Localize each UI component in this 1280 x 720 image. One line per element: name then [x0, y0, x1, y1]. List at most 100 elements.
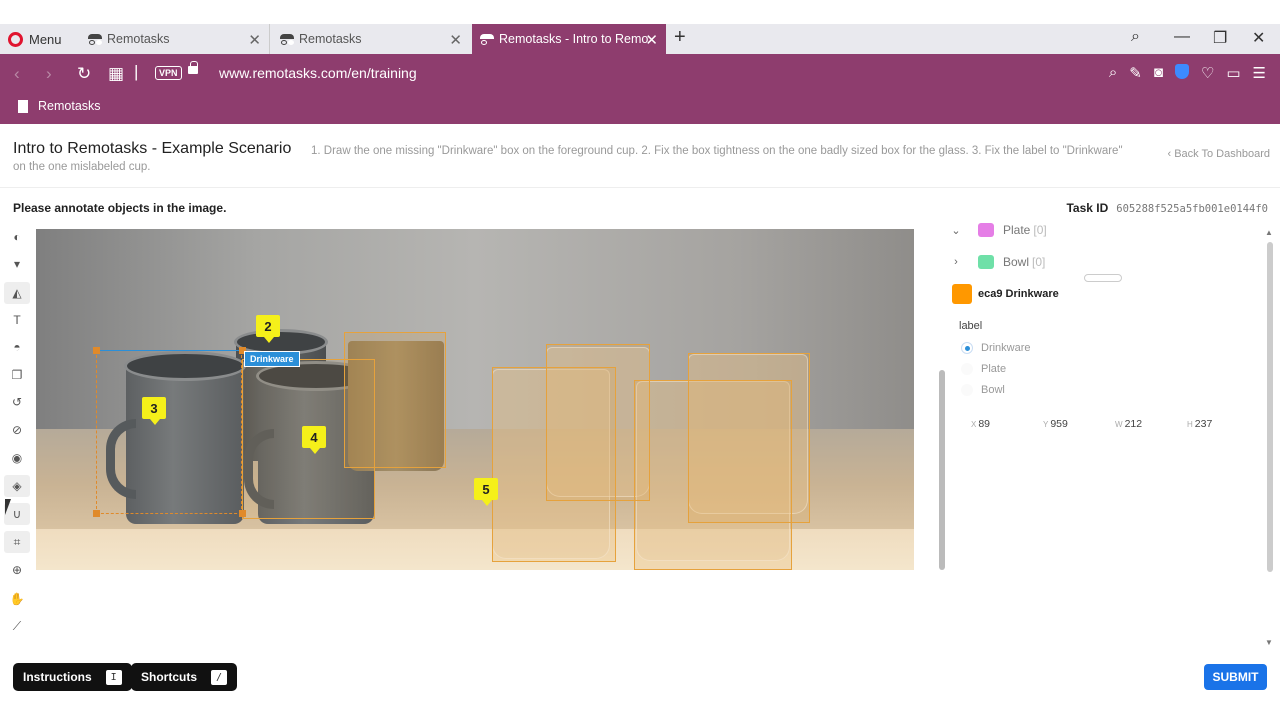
fill-bucket-icon[interactable]: ◈ — [4, 475, 30, 497]
vpn-badge[interactable]: VPN — [155, 66, 182, 80]
share-icon[interactable]: ✎ — [1129, 64, 1142, 82]
close-icon[interactable]: ✕ — [645, 31, 658, 49]
scroll-up-icon[interactable]: ▲ — [1265, 228, 1273, 237]
chevron-right-icon[interactable]: › — [948, 256, 964, 268]
tab-title: Remotasks - Intro to Remo — [499, 32, 649, 46]
browser-tab-active[interactable]: Remotasks - Intro to Remo ✕ — [472, 24, 666, 54]
radio[interactable] — [961, 363, 973, 375]
layers-icon[interactable]: ❐ — [4, 364, 30, 386]
marker-5[interactable]: 5 — [474, 478, 498, 506]
coord-w: W 212 — [1115, 418, 1143, 430]
option-label: Bowl — [981, 384, 1005, 396]
text-tool-icon[interactable]: T — [4, 309, 30, 331]
search-icon[interactable]: ⌕ — [1131, 28, 1140, 46]
resize-handle[interactable] — [239, 510, 246, 517]
option-label: Plate — [981, 363, 1007, 375]
hand-icon[interactable]: ✋ — [4, 588, 30, 610]
bookmark-remotasks[interactable]: Remotasks — [18, 99, 101, 113]
annotation-canvas[interactable]: Drinkware 2 3 4 5 — [36, 229, 914, 570]
task-id: Task ID 605288f525a5fb001e0144f0 — [1066, 201, 1268, 215]
tab-title: Remotasks — [107, 32, 170, 46]
url-field[interactable]: www.remotasks.com/en/training — [219, 65, 417, 81]
marker-2[interactable]: 2 — [256, 315, 280, 343]
coord-h: H 237 — [1187, 418, 1213, 430]
label-option-plate[interactable]: Plate — [961, 363, 1006, 375]
contrast-icon[interactable]: ◐ — [4, 226, 30, 248]
selected-annotation[interactable]: eca9 Drinkware — [952, 284, 1059, 304]
back-label: Back To Dashboard — [1174, 148, 1270, 160]
shield-icon[interactable] — [1174, 64, 1189, 79]
canvas-scrollbar[interactable] — [939, 370, 945, 570]
find-icon[interactable]: ⌕ — [1109, 64, 1117, 82]
ruler-icon[interactable]: ⟋ — [4, 615, 30, 637]
chat-icon[interactable]: ◓ — [4, 336, 30, 358]
browser-tab-1[interactable]: Remotasks ✕ — [80, 24, 270, 54]
class-name: Plate — [1003, 223, 1031, 237]
shortcut-key: / — [211, 669, 228, 685]
coord-x: X 89 — [971, 418, 991, 430]
window-close-icon[interactable]: ✕ — [1252, 28, 1265, 48]
resize-handle[interactable] — [93, 510, 100, 517]
submit-button[interactable]: SUBMIT — [1204, 664, 1267, 690]
resize-handle[interactable] — [93, 347, 100, 354]
scroll-down-icon[interactable]: ▼ — [1265, 638, 1273, 647]
class-row-bowl[interactable]: › Bowl [0] — [948, 251, 1045, 273]
box-coordinates: X 89 Y 959 W 212 H 237 — [971, 418, 1259, 430]
chevron-down-icon[interactable]: ⌄ — [948, 224, 964, 237]
comment-icon[interactable]: ▾ — [4, 253, 30, 275]
bbox-glass[interactable] — [634, 380, 792, 570]
speed-dial-grid-icon[interactable]: ▦ — [108, 64, 124, 84]
battery-icon[interactable]: ▭ — [1226, 64, 1240, 82]
palette-icon[interactable]: ◉ — [4, 447, 30, 469]
shapes-icon[interactable]: ◭ — [4, 282, 30, 304]
label-option-bowl[interactable]: Bowl — [961, 384, 1005, 396]
radio[interactable] — [961, 384, 973, 396]
page-header: 1. Draw the one missing "Drinkware" box … — [0, 124, 1280, 188]
back-to-dashboard-link[interactable]: ‹ Back To Dashboard — [1167, 148, 1270, 160]
history-icon[interactable]: ↺ — [4, 391, 30, 413]
bbox-selected[interactable] — [96, 350, 242, 514]
annotation-panel: ⌄ Plate [0] › Bowl [0] eca9 Drinkware la… — [948, 222, 1260, 652]
restore-icon[interactable]: ❐ — [1213, 28, 1227, 48]
heart-icon[interactable]: ♡ — [1201, 64, 1214, 82]
new-tab-plus-icon[interactable]: + — [674, 26, 686, 49]
crop-icon[interactable]: ⌗ — [4, 531, 30, 553]
browser-tab-2[interactable]: Remotasks ✕ — [272, 24, 470, 54]
camera-icon[interactable]: ◙ — [1154, 64, 1163, 82]
panel-resize-handle[interactable] — [1084, 274, 1122, 282]
mouse-cursor — [5, 499, 11, 515]
bbox-glass[interactable] — [492, 367, 616, 562]
marker-4[interactable]: 4 — [302, 426, 326, 454]
separator: | — [134, 62, 139, 81]
shortcuts-label: Shortcuts — [141, 670, 198, 684]
browser-menu-button[interactable]: Menu — [8, 24, 62, 54]
radio-selected[interactable] — [961, 342, 973, 354]
label-option-drinkware[interactable]: Drinkware — [961, 342, 1031, 354]
scrollbar-thumb[interactable] — [1267, 242, 1273, 572]
page-title: Intro to Remotasks - Example Scenario — [13, 140, 296, 158]
hide-icon[interactable]: ⊘ — [4, 419, 30, 441]
close-icon[interactable]: ✕ — [248, 31, 261, 49]
shortcut-key: I — [105, 669, 122, 685]
marker-3[interactable]: 3 — [142, 397, 166, 425]
minimize-icon[interactable]: — — [1174, 28, 1190, 46]
class-row-plate[interactable]: ⌄ Plate [0] — [948, 219, 1047, 241]
settings-sliders-icon[interactable]: ☰ — [1253, 64, 1266, 82]
menu-label: Menu — [29, 31, 62, 47]
shortcuts-button[interactable]: Shortcuts / — [131, 663, 238, 691]
panel-scrollbar[interactable]: ▲ ▼ — [1265, 228, 1275, 650]
forward-arrow-icon[interactable]: › — [46, 64, 52, 84]
page-icon — [18, 99, 28, 113]
label-section-title: label — [959, 320, 983, 332]
class-count: [0] — [1033, 223, 1047, 237]
back-arrow-icon[interactable]: ‹ — [14, 64, 20, 84]
incognito-icon — [280, 34, 294, 45]
tab-title: Remotasks — [299, 32, 362, 46]
reload-icon[interactable]: ↻ — [77, 64, 91, 84]
class-name: Bowl — [1003, 255, 1030, 269]
crosshair-icon[interactable]: ⊕ — [4, 559, 30, 581]
instructions-button[interactable]: Instructions I — [13, 663, 132, 691]
address-bar-actions: ⌕ ✎ ◙ ♡ ▭ ☰ — [1109, 64, 1266, 82]
plate-color-swatch — [978, 223, 994, 237]
close-icon[interactable]: ✕ — [449, 31, 462, 49]
